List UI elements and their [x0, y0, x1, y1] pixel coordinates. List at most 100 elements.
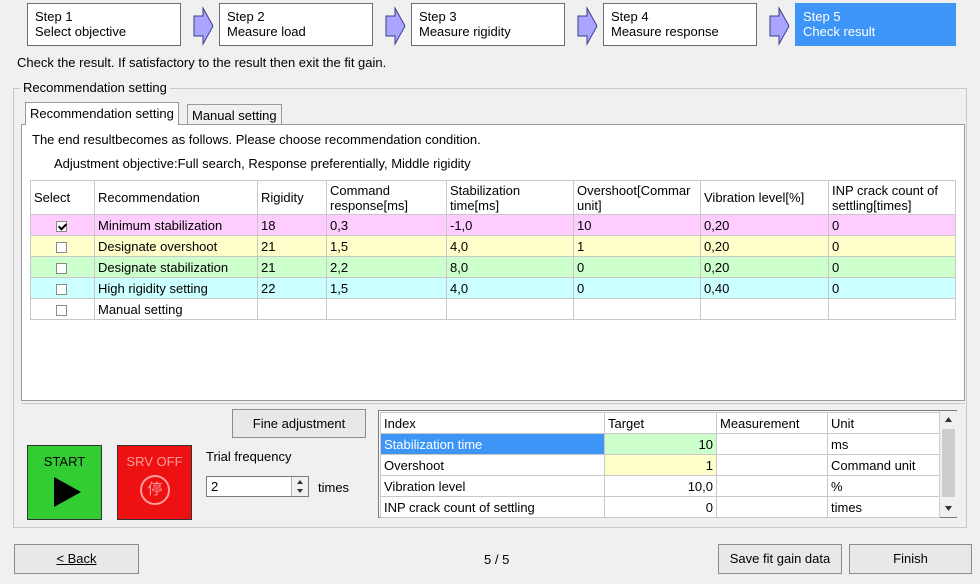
trial-frequency-value[interactable]: 2	[211, 479, 218, 494]
target-cell[interactable]: 10,0	[604, 475, 717, 497]
recommendation-cell: Designate overshoot	[94, 235, 258, 257]
times-label: times	[318, 480, 350, 495]
inp-crack-count-cell	[828, 298, 956, 320]
index-name-cell[interactable]: Overshoot	[380, 454, 605, 476]
stabilization-time-cell: 4,0	[446, 235, 574, 257]
recommendation-table: Select Recommendation Rigidity Command re…	[30, 180, 956, 320]
spin-up-icon[interactable]	[292, 477, 308, 486]
step-4: Step 4 Measure response	[603, 3, 757, 46]
step-4-number: Step 4	[611, 9, 649, 24]
rigidity-cell: 21	[257, 256, 327, 278]
stabilization-time-cell: 8,0	[446, 256, 574, 278]
step-5-number: Step 5	[803, 9, 841, 24]
select-cell[interactable]	[30, 277, 95, 299]
index-name-cell[interactable]: INP crack count of settling	[380, 496, 605, 518]
tab-recommendation-setting[interactable]: Recommendation setting	[25, 102, 179, 125]
scroll-thumb[interactable]	[942, 429, 955, 497]
scroll-down-icon[interactable]	[940, 500, 957, 517]
finish-button[interactable]: Finish	[849, 544, 972, 574]
objective-text: Adjustment objective:Full search, Respon…	[54, 156, 471, 171]
table-row[interactable]: Manual setting	[30, 298, 956, 320]
group-title: Recommendation setting	[20, 80, 170, 95]
scroll-up-icon[interactable]	[940, 411, 957, 428]
index-row[interactable]: Vibration level 10,0%	[380, 475, 940, 497]
index-scrollbar[interactable]	[939, 411, 957, 517]
step-2-label: Measure load	[227, 24, 306, 39]
select-cell[interactable]	[30, 214, 95, 236]
header-select: Select	[30, 180, 95, 215]
table-header-row: Select Recommendation Rigidity Command re…	[30, 180, 956, 215]
inp-crack-count-cell: 0	[828, 277, 956, 299]
table-row[interactable]: Minimum stabilization 18 0,3 -1,0 10 0,20 0	[30, 214, 956, 236]
select-cell[interactable]	[30, 298, 95, 320]
vibration-level-cell: 0,20	[700, 256, 829, 278]
overshoot-cell: 1	[573, 235, 701, 257]
index-name-cell[interactable]: Stabilization time	[380, 433, 605, 455]
tab-manual-setting[interactable]: Manual setting	[187, 104, 282, 124]
header-recommendation: Recommendation	[94, 180, 258, 215]
index-row[interactable]: INP crack count of settling 0 times	[380, 496, 940, 518]
unit-cell: ms	[827, 433, 940, 455]
step-5: Step 5 Check result	[795, 3, 956, 46]
vibration-level-cell: 0,20	[700, 235, 829, 257]
inp-crack-count-cell: 0	[828, 235, 956, 257]
index-row[interactable]: Stabilization time 10 ms	[380, 433, 940, 455]
inp-crack-count-cell: 0	[828, 256, 956, 278]
select-checkbox[interactable]	[56, 241, 67, 253]
select-checkbox[interactable]	[56, 304, 67, 316]
header-stabilization-time: Stabilization time[ms]	[446, 180, 574, 215]
measurement-cell	[716, 475, 828, 497]
command-response-cell: 2,2	[326, 256, 447, 278]
fine-adjustment-button[interactable]: Fine adjustment	[232, 409, 366, 438]
spin-buttons	[291, 477, 308, 496]
save-fit-gain-button[interactable]: Save fit gain data	[718, 544, 842, 574]
recommendation-cell: High rigidity setting	[94, 277, 258, 299]
table-row[interactable]: Designate stabilization 21 2,2 8,0 0 0,20 0	[30, 256, 956, 278]
index-header-row: Index Target Measurement Unit	[380, 412, 940, 434]
step-4-label: Measure response	[611, 24, 719, 39]
command-response-cell: 1,5	[326, 235, 447, 257]
index-row[interactable]: Overshoot 1 Command unit	[380, 454, 940, 476]
target-cell[interactable]: 0	[604, 496, 717, 518]
trial-frequency-stepper[interactable]: 2	[206, 476, 309, 497]
vibration-level-cell: 0,40	[700, 277, 829, 299]
step-1-number: Step 1	[35, 9, 73, 24]
spin-down-icon[interactable]	[292, 487, 308, 496]
header-measurement: Measurement	[716, 412, 828, 434]
select-checkbox[interactable]	[56, 283, 67, 295]
measurement-cell	[716, 496, 828, 518]
overshoot-cell	[573, 298, 701, 320]
back-button[interactable]: < Back	[14, 544, 139, 574]
index-name-cell[interactable]: Vibration level	[380, 475, 605, 497]
recommendation-cell: Minimum stabilization	[94, 214, 258, 236]
step-arrow-icon	[577, 6, 598, 46]
instruction-text: Check the result. If satisfactory to the…	[17, 55, 387, 70]
target-cell[interactable]: 1	[604, 454, 717, 476]
table-row[interactable]: Designate overshoot 21 1,5 4,0 1 0,20 0	[30, 235, 956, 257]
select-checkbox[interactable]	[56, 262, 67, 274]
step-arrow-icon	[385, 6, 406, 46]
header-overshoot: Overshoot[Commar unit]	[573, 180, 701, 215]
step-5-label: Check result	[803, 24, 876, 39]
recommendation-cell: Manual setting	[94, 298, 258, 320]
rigidity-cell: 22	[257, 277, 327, 299]
start-label: START	[43, 454, 86, 469]
back-label: < Back	[56, 551, 97, 566]
srv-off-button[interactable]: SRV OFF 停	[117, 445, 192, 520]
table-row[interactable]: High rigidity setting 22 1,5 4,0 0 0,40 0	[30, 277, 956, 299]
target-cell[interactable]: 10	[604, 433, 717, 455]
overshoot-cell: 0	[573, 277, 701, 299]
select-cell[interactable]	[30, 256, 95, 278]
recommendation-cell: Designate stabilization	[94, 256, 258, 278]
header-command-response: Command response[ms]	[326, 180, 447, 215]
step-3-label: Measure rigidity	[419, 24, 511, 39]
select-cell[interactable]	[30, 235, 95, 257]
select-checkbox[interactable]	[56, 220, 67, 232]
stop-icon: 停	[140, 475, 170, 505]
step-arrow-icon	[193, 6, 214, 46]
page-indicator: 5 / 5	[484, 552, 510, 567]
vibration-level-cell	[700, 298, 829, 320]
vibration-level-cell: 0,20	[700, 214, 829, 236]
header-target: Target	[604, 412, 717, 434]
start-button[interactable]: START	[27, 445, 102, 520]
